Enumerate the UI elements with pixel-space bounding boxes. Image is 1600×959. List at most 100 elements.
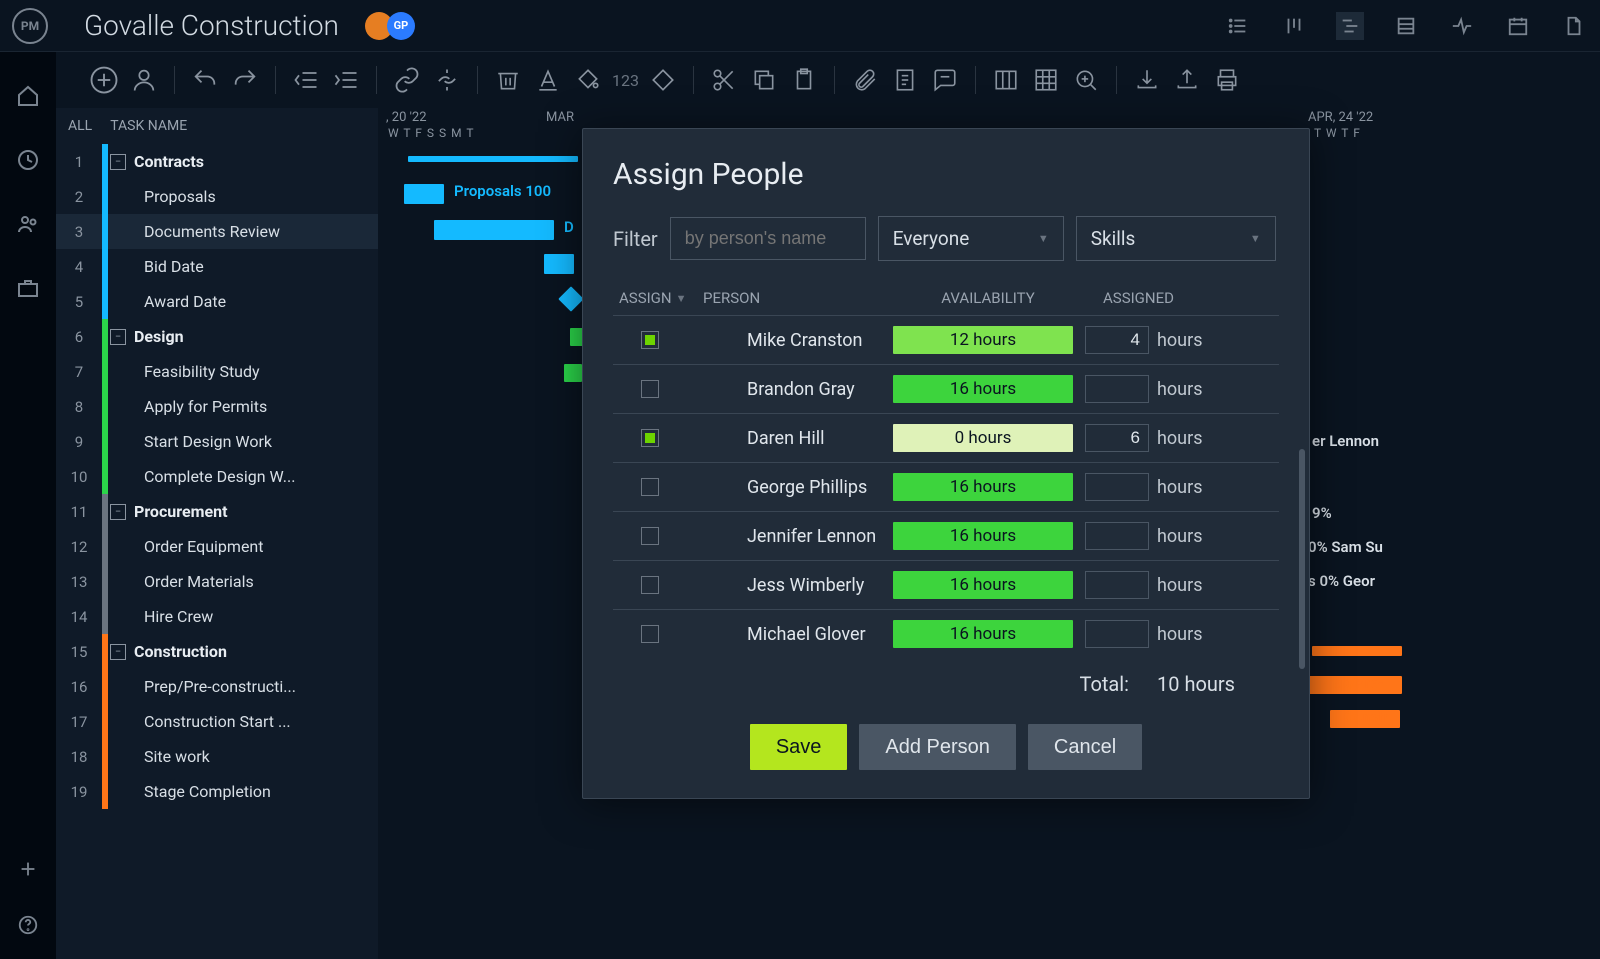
team-icon[interactable] [14,210,42,238]
col-assign-header[interactable]: ASSIGN▼ [613,289,703,307]
task-row[interactable]: 17 Construction Start ... [56,704,378,739]
filter-skills-select[interactable]: Skills ▼ [1076,216,1276,261]
file-icon[interactable] [1560,12,1588,40]
zoom-icon[interactable] [1070,64,1102,96]
cancel-button[interactable]: Cancel [1028,724,1142,770]
assigned-hours-input[interactable] [1085,571,1149,599]
scrollbar[interactable] [1299,449,1305,669]
trash-icon[interactable] [492,64,524,96]
export-icon[interactable] [1171,64,1203,96]
assigned-hours-input[interactable] [1085,424,1149,452]
avatar[interactable]: GP [387,12,415,40]
assign-checkbox[interactable] [641,527,659,545]
paste-icon[interactable] [788,64,820,96]
sheet-icon[interactable] [1392,12,1420,40]
outdent-icon[interactable] [290,64,322,96]
row-color-bar [102,144,108,179]
plus-icon[interactable] [14,855,42,883]
assign-checkbox[interactable] [641,331,659,349]
task-row[interactable]: 6 − Design [56,319,378,354]
clock-icon[interactable] [14,146,42,174]
gantt-bar[interactable] [408,156,578,162]
grid-icon[interactable] [1030,64,1062,96]
undo-icon[interactable] [189,64,221,96]
milestone-icon[interactable] [647,64,679,96]
redo-icon[interactable] [229,64,261,96]
copy-icon[interactable] [748,64,780,96]
milestone[interactable] [558,286,583,311]
import-icon[interactable] [1131,64,1163,96]
app-logo[interactable]: PM [12,8,48,44]
attach-icon[interactable] [849,64,881,96]
home-icon[interactable] [14,82,42,110]
cut-icon[interactable] [708,64,740,96]
task-row[interactable]: 18 Site work [56,739,378,774]
calendar-icon[interactable] [1504,12,1532,40]
assigned-hours-input[interactable] [1085,375,1149,403]
notes-icon[interactable] [889,64,921,96]
task-row[interactable]: 19 Stage Completion [56,774,378,809]
collapse-icon[interactable]: − [110,504,126,520]
gantt-bar[interactable] [404,184,444,204]
assigned-hours-input[interactable] [1085,522,1149,550]
unlink-icon[interactable] [431,64,463,96]
row-number: 13 [56,573,102,591]
task-row[interactable]: 1 − Contracts [56,144,378,179]
gantt-label: 0% Sam Su [1308,538,1383,556]
assigned-hours-input[interactable] [1085,326,1149,354]
task-row[interactable]: 15 − Construction [56,634,378,669]
columns-icon[interactable] [990,64,1022,96]
task-row[interactable]: 14 Hire Crew [56,599,378,634]
task-row[interactable]: 16 Prep/Pre-constructi... [56,669,378,704]
collapse-icon[interactable]: − [110,329,126,345]
gantt-label: Constr [1344,708,1389,726]
task-row[interactable]: 2 Proposals [56,179,378,214]
add-person-button[interactable]: Add Person [859,724,1016,770]
filter-input[interactable] [670,217,866,260]
task-row[interactable]: 12 Order Equipment [56,529,378,564]
briefcase-icon[interactable] [14,274,42,302]
gantt-icon[interactable] [1336,12,1364,40]
gantt-bar[interactable] [544,254,574,274]
assign-checkbox[interactable] [641,576,659,594]
collapse-icon[interactable]: − [110,154,126,170]
col-all[interactable]: ALL [68,118,92,134]
list-icon[interactable] [1224,12,1252,40]
assigned-hours-input[interactable] [1085,620,1149,648]
member-avatars[interactable]: GP [371,12,415,40]
activity-icon[interactable] [1448,12,1476,40]
task-row[interactable]: 11 − Procurement [56,494,378,529]
task-row[interactable]: 8 Apply for Permits [56,389,378,424]
add-circle-icon[interactable] [88,64,120,96]
filter-scope-select[interactable]: Everyone ▼ [878,216,1064,261]
gantt-bar[interactable] [1312,646,1402,656]
assign-checkbox[interactable] [641,380,659,398]
task-row[interactable]: 5 Award Date [56,284,378,319]
indent-icon[interactable] [330,64,362,96]
person-name: Brandon Gray [703,379,893,400]
link-icon[interactable] [391,64,423,96]
save-button[interactable]: Save [750,724,848,770]
task-row[interactable]: 3 Documents Review [56,214,378,249]
assigned-hours-input[interactable] [1085,473,1149,501]
task-row[interactable]: 7 Feasibility Study [56,354,378,389]
task-name: Bid Date [108,257,378,276]
task-row[interactable]: 4 Bid Date [56,249,378,284]
board-icon[interactable] [1280,12,1308,40]
comment-icon[interactable] [929,64,961,96]
task-row[interactable]: 10 Complete Design W... [56,459,378,494]
help-icon[interactable] [14,911,42,939]
task-row[interactable]: 9 Start Design Work [56,424,378,459]
task-row[interactable]: 13 Order Materials [56,564,378,599]
text-style-icon[interactable] [532,64,564,96]
assign-checkbox[interactable] [641,429,659,447]
assign-checkbox[interactable] [641,625,659,643]
print-icon[interactable] [1211,64,1243,96]
collapse-icon[interactable]: − [110,644,126,660]
fill-icon[interactable] [572,64,604,96]
assign-checkbox[interactable] [641,478,659,496]
gantt-bar[interactable] [564,364,582,382]
gantt-bar[interactable] [434,220,554,240]
person-icon[interactable] [128,64,160,96]
row-color-bar [102,494,108,529]
